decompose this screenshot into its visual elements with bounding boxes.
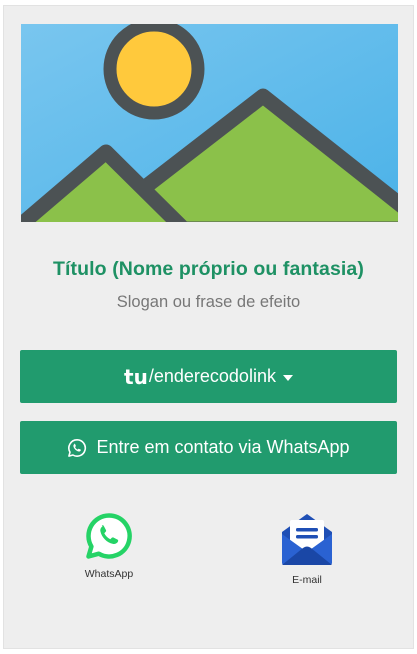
whatsapp-contact-label: WhatsApp (84, 568, 134, 580)
whatsapp-icon (86, 513, 132, 559)
link-address-label: /enderecodolink (148, 366, 276, 386)
whatsapp-button-label: Entre em contato via WhatsApp (96, 437, 350, 457)
page-slogan: Slogan ou frase de efeito (116, 293, 301, 311)
link-address-button[interactable]: tu /enderecodolink (20, 350, 397, 403)
whatsapp-contact-button[interactable]: Entre em contato via WhatsApp (20, 421, 397, 474)
whatsapp-icon (67, 438, 87, 458)
email-icon (282, 514, 332, 565)
email-contact-label: E-mail (292, 574, 322, 586)
placeholder-image-icon (21, 24, 398, 222)
whatsapp-contact-link[interactable]: WhatsApp (54, 512, 164, 580)
profile-card: Título (Nome próprio ou fantasia) Slogan… (3, 5, 414, 649)
email-contact-link[interactable]: E-mail (252, 512, 362, 586)
tu-logo-icon: tu (124, 364, 148, 389)
page-title: Título (Nome próprio ou fantasia) (53, 258, 364, 280)
caret-down-icon (282, 374, 293, 381)
